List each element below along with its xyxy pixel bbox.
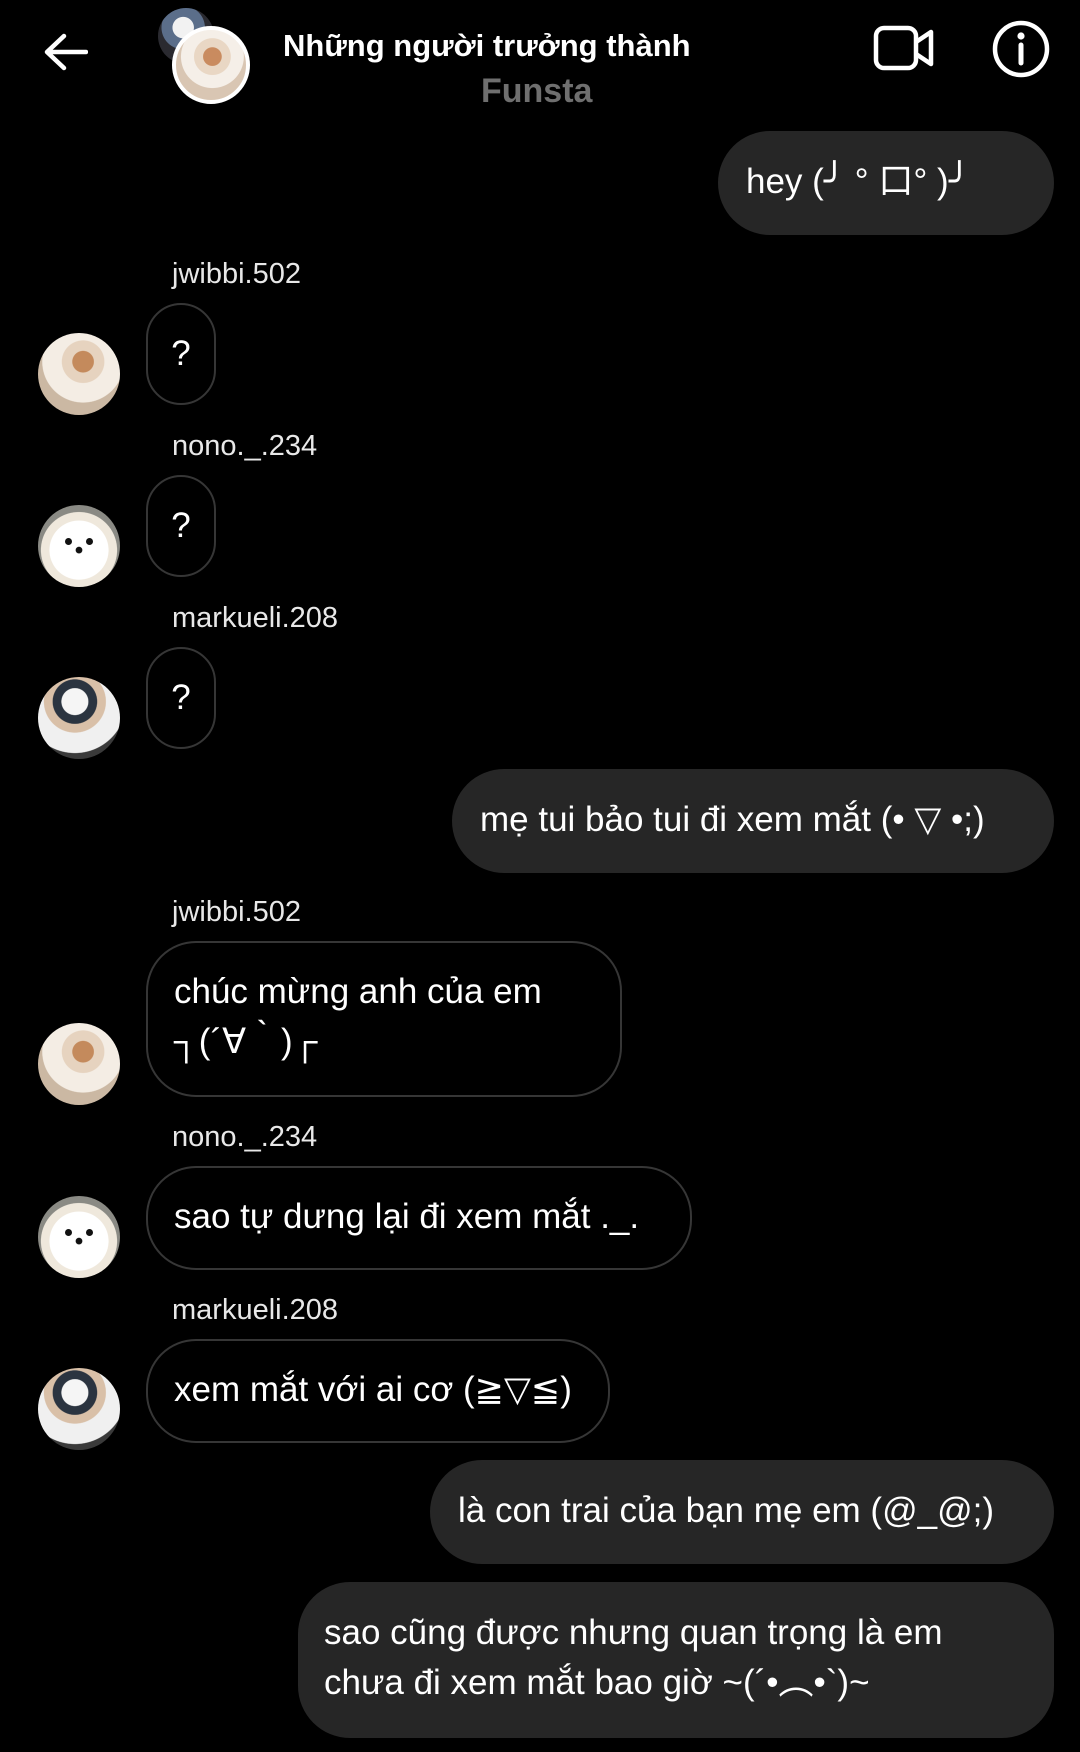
message-text: ? — [171, 334, 191, 373]
incoming-message[interactable]: sao tự dưng lại đi xem mắt ._. — [146, 1166, 692, 1270]
message-text: xem mắt với ai cơ (≧▽≦) — [174, 1370, 572, 1409]
message-text: ? — [171, 506, 191, 545]
sender-name: markueli.208 — [172, 602, 339, 634]
chat-title[interactable]: Những người trưởng thành — [283, 28, 691, 64]
sender-name: markueli.208 — [172, 1294, 339, 1326]
incoming-message[interactable]: ? — [146, 647, 216, 749]
outgoing-message[interactable]: sao cũng được nhưng quan trọng là em chư… — [298, 1582, 1054, 1738]
message-line: ┐(´∀｀)┌ — [174, 1022, 318, 1061]
message-text: mẹ tui bảo tui đi xem mắt (• ▽ •;) — [480, 800, 985, 839]
sender-name: nono._.234 — [172, 430, 318, 462]
arrow-left-icon — [44, 33, 88, 71]
avatar[interactable] — [38, 505, 120, 587]
incoming-message[interactable]: ? — [146, 303, 216, 405]
sender-name: nono._.234 — [172, 1121, 318, 1153]
avatar[interactable] — [38, 1196, 120, 1278]
group-avatar[interactable] — [158, 8, 250, 104]
message-text: hey (╯ ° 口° )╯ — [746, 162, 970, 201]
video-call-button[interactable] — [868, 18, 940, 78]
avatar[interactable] — [38, 333, 120, 415]
avatar[interactable] — [38, 1368, 120, 1450]
chat-subtitle: Funsta — [481, 72, 593, 110]
message-text: sao tự dưng lại đi xem mắt ._. — [174, 1197, 640, 1236]
message-line: sao cũng được nhưng quan trọng là em — [324, 1613, 943, 1652]
incoming-message[interactable]: chúc mừng anh của em ┐(´∀｀)┌ — [146, 941, 622, 1097]
message-text: ? — [171, 678, 191, 717]
message-line: chúc mừng anh của em — [174, 972, 542, 1011]
avatar[interactable] — [38, 677, 120, 759]
back-button[interactable] — [30, 22, 100, 82]
info-button[interactable] — [988, 16, 1054, 82]
sender-name: jwibbi.502 — [172, 896, 301, 928]
outgoing-message[interactable]: mẹ tui bảo tui đi xem mắt (• ▽ •;) — [452, 769, 1054, 873]
outgoing-message[interactable]: hey (╯ ° 口° )╯ — [718, 131, 1054, 235]
info-icon — [992, 20, 1050, 78]
sender-name: jwibbi.502 — [172, 258, 301, 290]
message-line: chưa đi xem mắt bao giờ ~(´•︵•`)~ — [324, 1663, 870, 1702]
incoming-message[interactable]: ? — [146, 475, 216, 577]
group-avatar-member — [172, 26, 250, 104]
outgoing-message[interactable]: là con trai của bạn mẹ em (@_@;) — [430, 1460, 1054, 1564]
chat-header: Những người trưởng thành Funsta — [0, 0, 1080, 118]
video-camera-icon — [873, 25, 934, 71]
incoming-message[interactable]: xem mắt với ai cơ (≧▽≦) — [146, 1339, 610, 1443]
avatar[interactable] — [38, 1023, 120, 1105]
message-text: là con trai của bạn mẹ em (@_@;) — [458, 1491, 994, 1530]
